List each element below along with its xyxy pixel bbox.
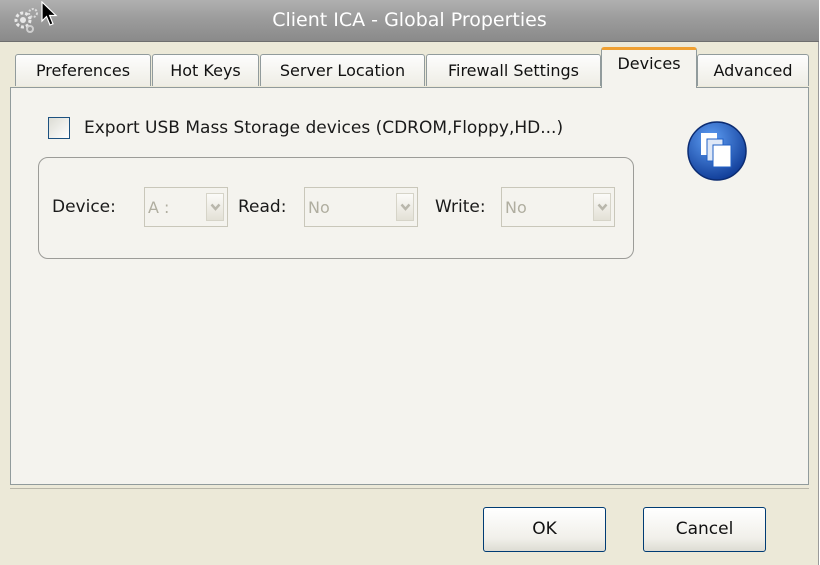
read-select-value: No (308, 198, 330, 217)
tab-preferences[interactable]: Preferences (15, 54, 151, 86)
tab-firewall-settings[interactable]: Firewall Settings (426, 54, 601, 86)
device-select-value: A : (148, 198, 170, 217)
device-label: Device: (52, 197, 116, 217)
chevron-down-icon (400, 203, 411, 211)
usb-windows-icon (687, 121, 747, 181)
tab-server-location[interactable]: Server Location (260, 54, 425, 86)
tab-strip: Preferences Hot Keys Server Location Fir… (15, 46, 815, 88)
dialog-window: Client ICA - Global Properties Preferenc… (0, 0, 819, 565)
ok-button[interactable]: OK (483, 507, 606, 552)
export-usb-checkbox[interactable] (48, 117, 70, 139)
tab-devices[interactable]: Devices (601, 47, 697, 88)
write-select[interactable]: No (501, 187, 615, 227)
export-usb-label[interactable]: Export USB Mass Storage devices (CDROM,F… (84, 118, 563, 138)
mouse-cursor-icon (41, 1, 58, 26)
device-select[interactable]: A : (144, 187, 228, 227)
footer-divider (10, 488, 809, 489)
cancel-button[interactable]: Cancel (643, 507, 766, 552)
chevron-down-icon (597, 203, 608, 211)
tab-hot-keys[interactable]: Hot Keys (152, 54, 259, 86)
window-title: Client ICA - Global Properties (272, 9, 547, 31)
read-label: Read: (238, 197, 287, 217)
write-label: Write: (435, 197, 486, 217)
write-select-value: No (505, 198, 527, 217)
title-bar[interactable]: Client ICA - Global Properties (0, 0, 819, 42)
device-dropdown-button[interactable] (206, 193, 224, 221)
chevron-down-icon (210, 203, 221, 211)
read-select[interactable]: No (304, 187, 418, 227)
write-dropdown-button[interactable] (593, 193, 611, 221)
read-dropdown-button[interactable] (396, 193, 414, 221)
tab-advanced[interactable]: Advanced (697, 54, 809, 86)
